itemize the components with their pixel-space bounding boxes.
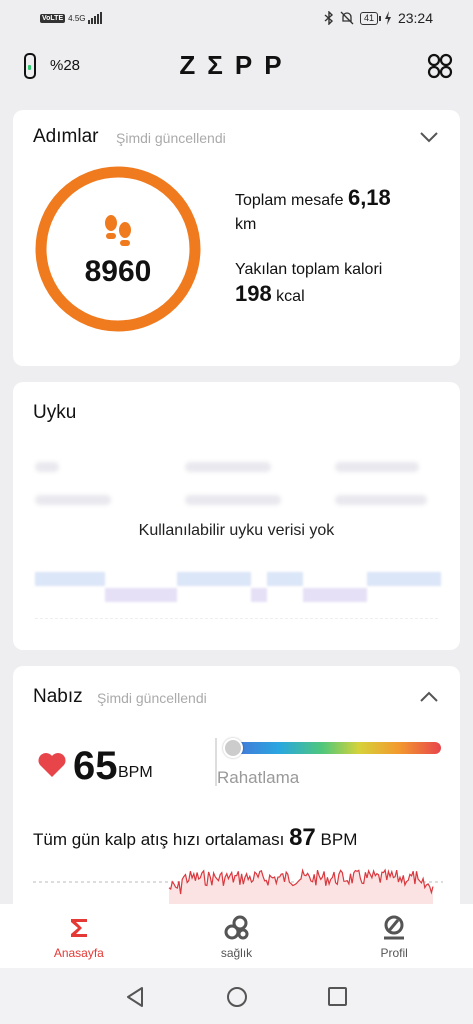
heart-zone-bar [225,742,441,754]
status-right: 41 23:24 [324,10,433,26]
placeholder-blur [35,495,111,505]
nav-home[interactable]: Anasayfa [0,904,158,968]
placeholder-blur [185,495,281,505]
footsteps-icon [105,215,131,246]
grid-menu-icon[interactable] [427,53,453,79]
placeholder-blur [251,588,267,602]
profile-icon [384,915,405,940]
steps-updated: Şimdi güncellendi [116,130,226,146]
sleep-baseline [35,618,438,619]
current-bpm: 65 [73,744,118,788]
bluetooth-icon [324,11,333,25]
distance-value: 6,18 [347,185,391,210]
nav-health-label: sağlık [220,946,253,960]
distance-unit: km [235,216,257,233]
heart-updated: Şimdi güncellendi [97,690,207,706]
steps-count: 8960 [84,255,152,288]
heart-zone-label: Rahatlama [217,768,300,787]
avg-value: 87 [289,824,316,851]
home-icon[interactable] [226,986,248,1008]
status-left: VoLTE 4.5G [40,12,103,24]
heart-title: Nabız [33,686,83,707]
steps-card[interactable]: Adımlar Şimdi güncellendi 8960 Toplam me… [13,110,460,366]
distance-label: Toplam mesafe [235,192,344,209]
nav-home-label: Anasayfa [53,946,104,960]
placeholder-blur [35,462,59,472]
chevron-up-icon[interactable] [418,686,440,708]
current-bpm-unit: BPM [118,764,153,781]
placeholder-blur [367,572,441,586]
volte-badge: VoLTE [40,13,66,23]
steps-title: Adımlar [33,126,99,147]
placeholder-blur [35,572,105,586]
health-icon [224,915,248,940]
back-icon[interactable] [124,986,146,1008]
heart-rate-card[interactable]: Nabız Şimdi güncellendi 65 BPM Rahatlama… [13,666,460,926]
heart-zone-indicator [223,738,243,758]
placeholder-blur [335,495,427,505]
charging-icon [384,11,391,25]
distance-stat: Toplam mesafe 6,18 km [235,186,391,237]
chevron-down-icon[interactable] [418,126,440,148]
placeholder-blur [303,588,367,602]
heart-icon [38,753,66,777]
clock: 23:24 [397,10,433,26]
avg-heart-rate: Tüm gün kalp atış hızı ortalaması 87 BPM [33,824,357,852]
signal-icon [88,12,103,24]
placeholder-blur [105,588,177,602]
status-bar: VoLTE 4.5G 41 23:24 [0,0,473,36]
nav-profile-label: Profil [380,946,408,960]
app-logo: ZΣPP [179,50,294,80]
calories-stat: Yakılan toplam kalori 198 kcal [235,258,382,309]
sleep-card[interactable]: Uyku Kullanılabilir uyku verisi yok [13,382,460,650]
placeholder-blur [185,462,271,472]
avg-label: Tüm gün kalp atış hızı ortalaması [33,830,285,849]
system-nav-bar [0,968,473,1024]
nav-profile[interactable]: Profil [315,904,473,968]
placeholder-blur [335,462,419,472]
bottom-nav: Anasayfa sağlık Profil [0,904,473,968]
calories-value: 198 [235,281,272,306]
sigma-icon [70,919,87,937]
placeholder-blur [267,572,303,586]
sleep-title: Uyku [33,402,77,423]
battery-icon: 41 [359,11,381,25]
mute-icon [340,11,354,25]
sleep-empty-message: Kullanılabilir uyku verisi yok [138,522,335,539]
avg-unit: BPM [320,830,358,849]
calories-unit: kcal [276,288,305,305]
calories-label: Yakılan toplam kalori [235,261,383,278]
network-type: 4.5G [68,13,86,23]
app-header: %28 ZΣPP [0,44,473,88]
nav-health[interactable]: sağlık [158,904,316,968]
placeholder-blur [177,572,251,586]
recent-apps-icon[interactable] [328,987,347,1006]
